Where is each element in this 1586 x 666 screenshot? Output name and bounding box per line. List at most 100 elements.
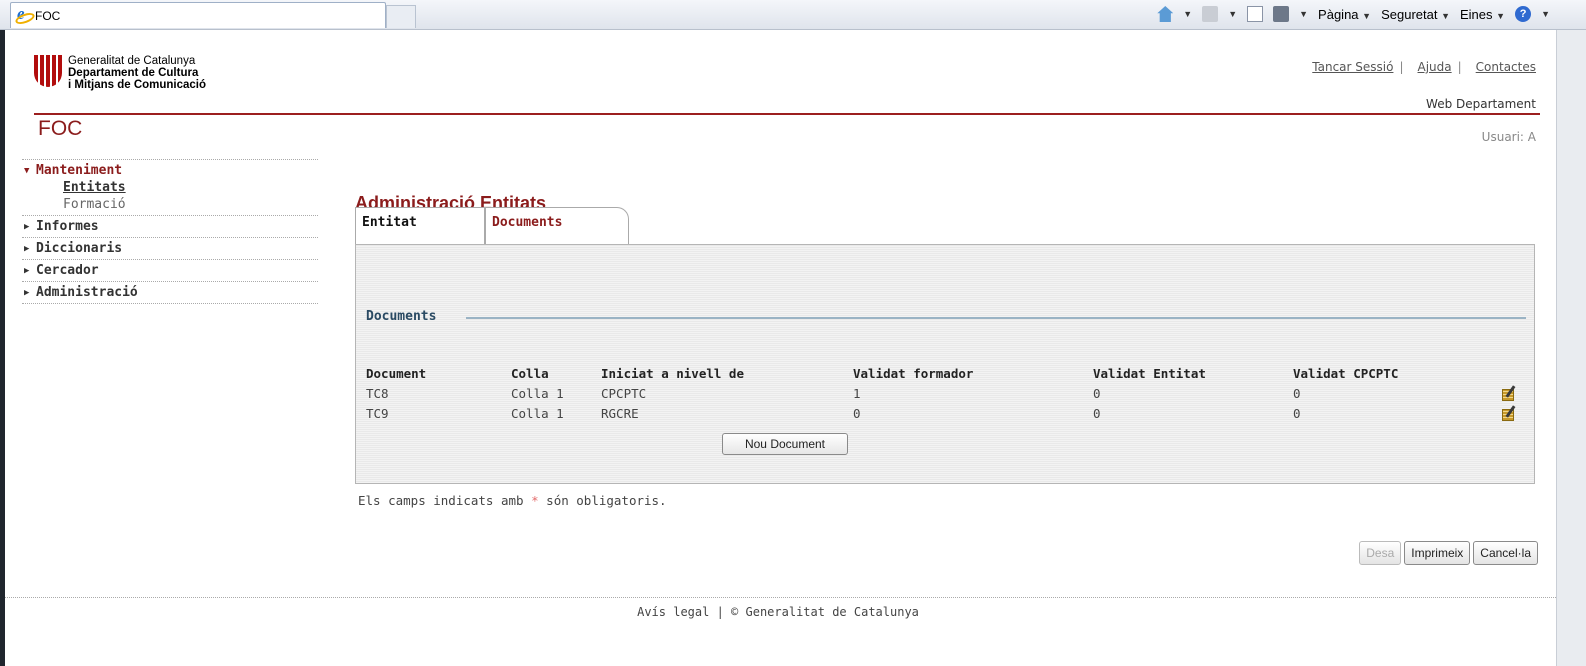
required-note-text: Els camps indicats amb: [358, 493, 524, 508]
collapsed-triangle-icon: ▶: [24, 221, 30, 232]
menu-group-cercador: ▶ Cercador: [22, 260, 318, 282]
sidebar-item-label: Cercador: [36, 263, 99, 278]
cancel-button[interactable]: Cancel·la: [1473, 541, 1538, 565]
expanded-triangle-icon: ▼: [24, 165, 30, 176]
home-icon[interactable]: [1157, 6, 1174, 22]
web-departament-link[interactable]: Web Departament: [1426, 97, 1536, 111]
sidebar-item-manteniment[interactable]: ▼ Manteniment: [24, 162, 318, 179]
tab-documents[interactable]: Documents: [485, 207, 629, 245]
generalitat-logo[interactable]: Generalitat de Catalunya Departament de …: [34, 55, 206, 91]
column-header: Colla: [511, 365, 549, 381]
sidebar-menu: ▼ Manteniment Entitats Formació ▶ Inform…: [22, 159, 318, 304]
table-cell: Colla 1: [511, 405, 564, 421]
contact-link[interactable]: Contactes: [1476, 60, 1536, 74]
current-user: Usuari: A: [1481, 130, 1536, 144]
footer: Avís legal | © Generalitat de Catalunya: [0, 605, 1556, 619]
tab-entitat[interactable]: Entitat: [355, 207, 485, 245]
table-cell-actions: [1493, 383, 1526, 403]
feeds-dropdown-icon[interactable]: ▼: [1228, 9, 1237, 19]
table-cell: RGCRE: [601, 405, 639, 421]
fieldset-legend: Documents: [366, 309, 437, 324]
link-separator: |: [1399, 60, 1404, 74]
sidebar-item-label: Manteniment: [36, 163, 123, 178]
link-separator: |: [1457, 60, 1462, 74]
security-menu[interactable]: Seguretat ▼: [1381, 7, 1450, 22]
table-row: TC8 Colla 1 CPCPTC 1 0 0: [366, 383, 1526, 403]
print-icon[interactable]: [1273, 6, 1290, 22]
copyright: © Generalitat de Catalunya: [731, 605, 919, 619]
table-cell: Colla 1: [511, 385, 564, 401]
form-actions: Desa Imprimeix Cancel·la: [1359, 541, 1538, 565]
browser-toolbar: FOC ▼ ▼ ▼ Pàgina ▼ Seguretat ▼ Eines ▼ ?…: [0, 0, 1586, 30]
table-cell: 0: [1293, 385, 1301, 401]
edit-icon[interactable]: [1502, 385, 1518, 401]
footer-divider: [5, 597, 1556, 598]
fieldset-divider: [466, 317, 1526, 319]
menu-group-administracio: ▶ Administració: [22, 282, 318, 304]
print-button[interactable]: Imprimeix: [1404, 541, 1471, 565]
help-link[interactable]: Ajuda: [1418, 60, 1452, 74]
sidebar-item-administracio[interactable]: ▶ Administració: [24, 284, 318, 301]
print-dropdown-icon[interactable]: ▼: [1299, 9, 1308, 19]
menu-group-informes: ▶ Informes: [22, 216, 318, 238]
save-button[interactable]: Desa: [1359, 541, 1402, 565]
edit-icon[interactable]: [1502, 405, 1518, 421]
column-header: Validat CPCPTC: [1293, 365, 1399, 381]
footer-separator: |: [716, 605, 732, 619]
table-cell: 1: [853, 385, 861, 401]
sidebar-item-label: Informes: [36, 219, 99, 234]
table-cell: 0: [1093, 385, 1101, 401]
header-divider: [34, 113, 1540, 115]
help-dropdown-icon[interactable]: ▼: [1541, 9, 1550, 19]
table-cell-actions: [1493, 403, 1526, 423]
app-title: FOC: [38, 117, 83, 140]
sidebar-item-diccionaris[interactable]: ▶ Diccionaris: [24, 240, 318, 257]
legal-notice-link[interactable]: Avís legal: [637, 605, 709, 619]
collapsed-triangle-icon: ▶: [24, 265, 30, 276]
home-dropdown-icon[interactable]: ▼: [1183, 9, 1192, 19]
internet-explorer-icon: [15, 4, 33, 24]
sidebar-item-label: Diccionaris: [36, 241, 123, 256]
catalan-flag-icon: [34, 55, 62, 87]
menu-group-manteniment: ▼ Manteniment Entitats Formació: [22, 160, 318, 216]
sidebar-item-label: Administració: [36, 285, 138, 300]
table-cell: 0: [1093, 405, 1101, 421]
menu-group-diccionaris: ▶ Diccionaris: [22, 238, 318, 260]
browser-tab[interactable]: FOC: [10, 2, 386, 28]
new-document-button[interactable]: Nou Document: [722, 433, 848, 455]
column-header-actions: [1493, 363, 1526, 383]
sidebar-item-formacio[interactable]: Formació: [24, 196, 318, 213]
top-links: Tancar Sessió | Ajuda | Contactes: [1312, 60, 1536, 74]
window-border: [0, 30, 5, 666]
page-menu[interactable]: Pàgina ▼: [1318, 7, 1371, 22]
required-star: *: [531, 493, 539, 508]
sidebar-item-informes[interactable]: ▶ Informes: [24, 218, 318, 235]
documents-table: Document Colla Iniciat a nivell de Valid…: [366, 363, 1526, 423]
table-cell: CPCPTC: [601, 385, 647, 401]
vertical-scrollbar[interactable]: [1556, 30, 1586, 666]
table-cell: TC9: [366, 405, 389, 421]
logout-link[interactable]: Tancar Sessió: [1312, 60, 1393, 74]
help-icon[interactable]: ?: [1515, 6, 1532, 22]
column-header: Document: [366, 365, 427, 381]
table-row: TC9 Colla 1 RGCRE 0 0 0: [366, 403, 1526, 423]
required-note-text: són obligatoris.: [546, 493, 667, 508]
column-header: Validat Entitat: [1093, 365, 1206, 381]
logo-text: Generalitat de Catalunya Departament de …: [68, 55, 206, 91]
logo-line-3: i Mitjans de Comunicació: [68, 79, 207, 91]
browser-tab-title: FOC: [35, 8, 61, 23]
tools-menu[interactable]: Eines ▼: [1460, 7, 1505, 22]
table-cell: 0: [1293, 405, 1301, 421]
mail-icon[interactable]: [1247, 6, 1264, 22]
column-header: Validat formador: [853, 365, 974, 381]
collapsed-triangle-icon: ▶: [24, 287, 30, 298]
sidebar-item-cercador[interactable]: ▶ Cercador: [24, 262, 318, 279]
new-tab-button[interactable]: [386, 5, 416, 28]
collapsed-triangle-icon: ▶: [24, 243, 30, 254]
sidebar-item-entitats[interactable]: Entitats: [24, 179, 318, 196]
feeds-icon[interactable]: [1202, 6, 1219, 22]
table-header-row: Document Colla Iniciat a nivell de Valid…: [366, 363, 1526, 383]
logo-line-1: Generalitat de Catalunya: [68, 55, 196, 67]
logo-line-2: Departament de Cultura: [68, 67, 199, 79]
table-cell: 0: [853, 405, 861, 421]
